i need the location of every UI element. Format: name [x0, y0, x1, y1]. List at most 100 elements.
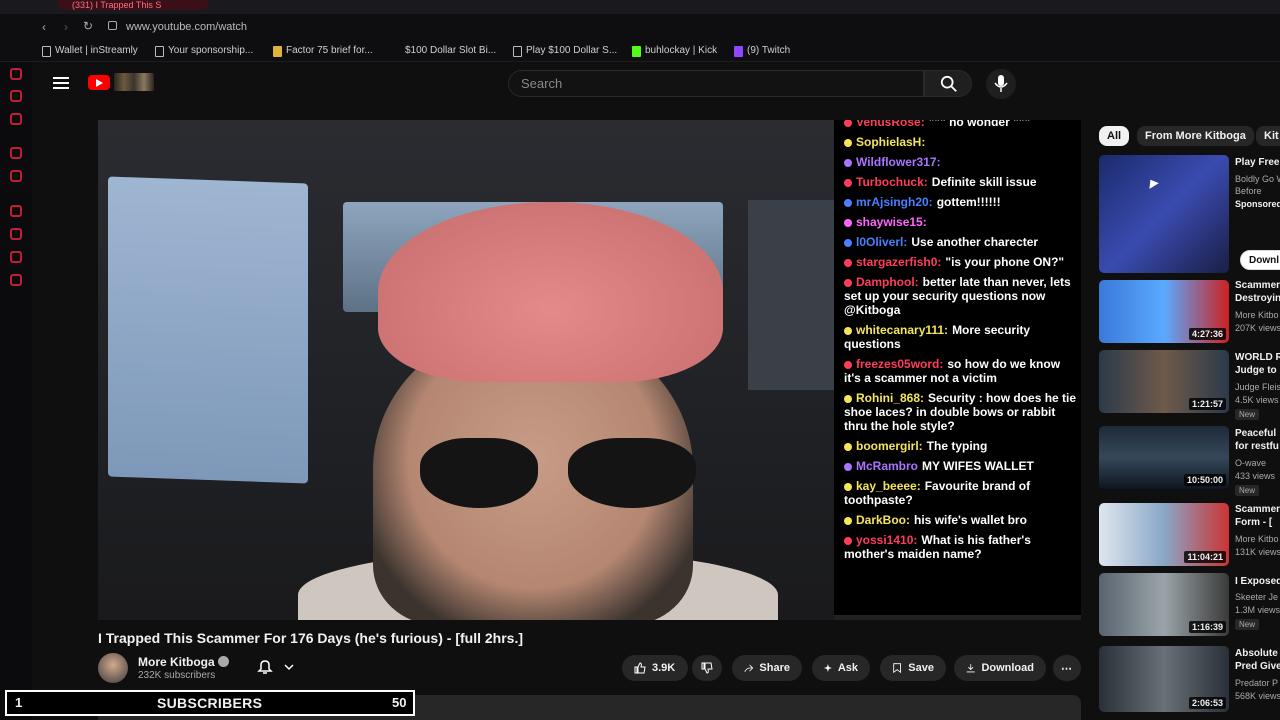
- recommendation-channel[interactable]: More Kitbo: [1235, 310, 1279, 320]
- chat-badge-icon: [844, 462, 852, 471]
- recommendation-title-line[interactable]: Judge to: [1235, 365, 1277, 377]
- bookmark-item[interactable]: $100 Dollar Slot Bi...: [392, 44, 496, 58]
- chip-all[interactable]: All: [1099, 126, 1130, 146]
- sidebar-wallet-icon[interactable]: [10, 68, 22, 80]
- chat-username: Wildflower317:: [856, 155, 941, 169]
- chat-message: shaywise15:: [844, 215, 1077, 229]
- recommendation-channel[interactable]: Judge Fleis: [1235, 382, 1280, 392]
- duration-badge: 11:04:21: [1184, 551, 1226, 563]
- download-button[interactable]: Download: [954, 655, 1046, 681]
- sidebar-clock-icon[interactable]: [10, 228, 22, 240]
- recommendation-thumbnail[interactable]: 1:16:39: [1099, 573, 1229, 636]
- chat-username: Rohini_868:: [856, 391, 925, 405]
- sidebar-settings-icon[interactable]: [10, 274, 22, 286]
- chat-message: l0Oliverl: Use another charecter: [844, 235, 1077, 249]
- recommendation-title[interactable]: Absolute: [1235, 648, 1278, 660]
- recommendation-thumbnail[interactable]: 10:50:00: [1099, 426, 1229, 489]
- reload-icon[interactable]: ↻: [83, 19, 93, 33]
- chip-kit[interactable]: Kit: [1256, 126, 1280, 146]
- verified-icon: [218, 656, 229, 667]
- notification-button[interactable]: [250, 655, 308, 679]
- recommendation-channel[interactable]: Skeeter Je: [1235, 592, 1278, 602]
- like-count: 3.9K: [652, 662, 676, 674]
- chat-message: DarkBoo: his wife's wallet bro: [844, 513, 1077, 527]
- chat-message: yossi1410: What is his father's mother's …: [844, 533, 1077, 561]
- chat-badge-icon: [844, 516, 852, 525]
- goal-label: SUBSCRIBERS: [157, 695, 263, 711]
- more-actions-button[interactable]: ⋯: [1053, 655, 1081, 681]
- chat-badge-icon: [844, 120, 852, 127]
- chat-username: l0Oliverl:: [856, 235, 908, 249]
- sidebar-aria-icon[interactable]: [10, 147, 22, 159]
- recommendation-channel[interactable]: O-wave: [1235, 458, 1266, 468]
- video-player[interactable]: VenusRose: """ no wonder """ SophielasH: Wi…: [98, 120, 1081, 620]
- chat-message: boomergirl: The typing: [844, 439, 1077, 453]
- bookmark-item[interactable]: Factor 75 brief for...: [273, 44, 373, 58]
- sidebar-player-icon[interactable]: [10, 205, 22, 217]
- bookmark-item[interactable]: buhlockay | Kick: [632, 44, 717, 58]
- chat-message: Rohini_868: Security : how does he tie sh…: [844, 391, 1077, 433]
- chat-badge-icon: [844, 178, 852, 187]
- address-bar[interactable]: www.youtube.com/watch: [126, 21, 247, 33]
- recommendation-title[interactable]: Peaceful: [1235, 428, 1276, 440]
- share-button[interactable]: Share: [732, 655, 802, 681]
- channel-avatar[interactable]: [98, 653, 128, 683]
- recommendation-title-line[interactable]: Destroyin: [1235, 293, 1280, 305]
- sidebar-instagram-icon[interactable]: [10, 90, 22, 102]
- ask-label: Ask: [837, 662, 858, 674]
- menu-icon[interactable]: [53, 77, 69, 89]
- chip-from-channel[interactable]: From More Kitboga: [1137, 126, 1254, 146]
- dislike-button[interactable]: [692, 655, 722, 681]
- search-input[interactable]: Search: [508, 70, 924, 97]
- recommendation-title-line[interactable]: Form - [: [1235, 517, 1272, 529]
- chat-badge-icon: [844, 198, 852, 207]
- bookmark-item[interactable]: Wallet | inStreamly: [42, 44, 138, 58]
- chevron-down-icon: [284, 664, 294, 671]
- channel-name[interactable]: More Kitboga: [138, 655, 215, 669]
- recommendation-thumbnail[interactable]: 11:04:21: [1099, 503, 1229, 566]
- recommendation-title[interactable]: Scammer: [1235, 504, 1280, 516]
- download-label: Download: [981, 662, 1034, 674]
- ask-button[interactable]: Ask: [812, 655, 870, 681]
- chat-text: MY WIFES WALLET: [922, 459, 1034, 473]
- recommendation-channel[interactable]: Predator P: [1235, 678, 1278, 688]
- recommendation-thumbnail-ad[interactable]: ▸: [1099, 155, 1229, 273]
- chat-message: Turbochuck: Definite skill issue: [844, 175, 1077, 189]
- chat-badge-icon: [844, 482, 852, 491]
- new-badge: New: [1235, 619, 1260, 630]
- chat-username: SophielasH:: [856, 135, 926, 149]
- youtube-doodle[interactable]: [114, 73, 154, 91]
- recommendation-thumbnail[interactable]: 2:06:53: [1099, 646, 1229, 712]
- subscriber-goal-overlay: 1 SUBSCRIBERS 50: [5, 690, 415, 716]
- chat-text: Definite skill issue: [931, 175, 1037, 189]
- recommendation-title[interactable]: Scammer: [1235, 280, 1280, 292]
- youtube-logo[interactable]: [88, 75, 110, 90]
- bookmark-item[interactable]: (9) Twitch: [734, 44, 790, 58]
- recommendation-title-line[interactable]: Pred Give: [1235, 661, 1280, 673]
- ad-download-button[interactable]: Downl: [1240, 250, 1280, 270]
- voice-search-button[interactable]: [986, 69, 1016, 99]
- sidebar-twitch-icon[interactable]: [10, 170, 22, 182]
- back-icon[interactable]: ‹: [42, 20, 46, 34]
- sunglasses-left: [420, 438, 538, 508]
- sponsored-label: Sponsored: [1235, 199, 1280, 209]
- sidebar-media-icon[interactable]: [10, 113, 22, 125]
- bookmark-item[interactable]: Your sponsorship...: [155, 44, 253, 58]
- sidebar-box-icon[interactable]: [10, 251, 22, 263]
- recommendation-channel[interactable]: More Kitbo: [1235, 534, 1279, 544]
- forward-icon[interactable]: ›: [64, 20, 68, 34]
- recommendation-thumbnail[interactable]: 4:27:36: [1099, 280, 1229, 343]
- chat-badge-icon: [844, 258, 852, 267]
- like-button[interactable]: 3.9K: [622, 655, 688, 681]
- browser-tab-active[interactable]: (331) I Trapped This S: [58, 0, 208, 10]
- save-button[interactable]: Save: [880, 655, 946, 681]
- bookmark-item[interactable]: Play $100 Dollar S...: [513, 44, 617, 58]
- recommendation-title[interactable]: I Exposed: [1235, 576, 1280, 588]
- recommendation-thumbnail[interactable]: 1:21:57: [1099, 350, 1229, 413]
- recommendation-title[interactable]: Play Free: [1235, 157, 1279, 169]
- background-monitor: [108, 176, 308, 484]
- search-button[interactable]: [924, 70, 972, 97]
- recommendation-title[interactable]: WORLD R: [1235, 352, 1280, 364]
- video-frame[interactable]: [98, 120, 838, 620]
- recommendation-title-line[interactable]: for restfu: [1235, 441, 1279, 453]
